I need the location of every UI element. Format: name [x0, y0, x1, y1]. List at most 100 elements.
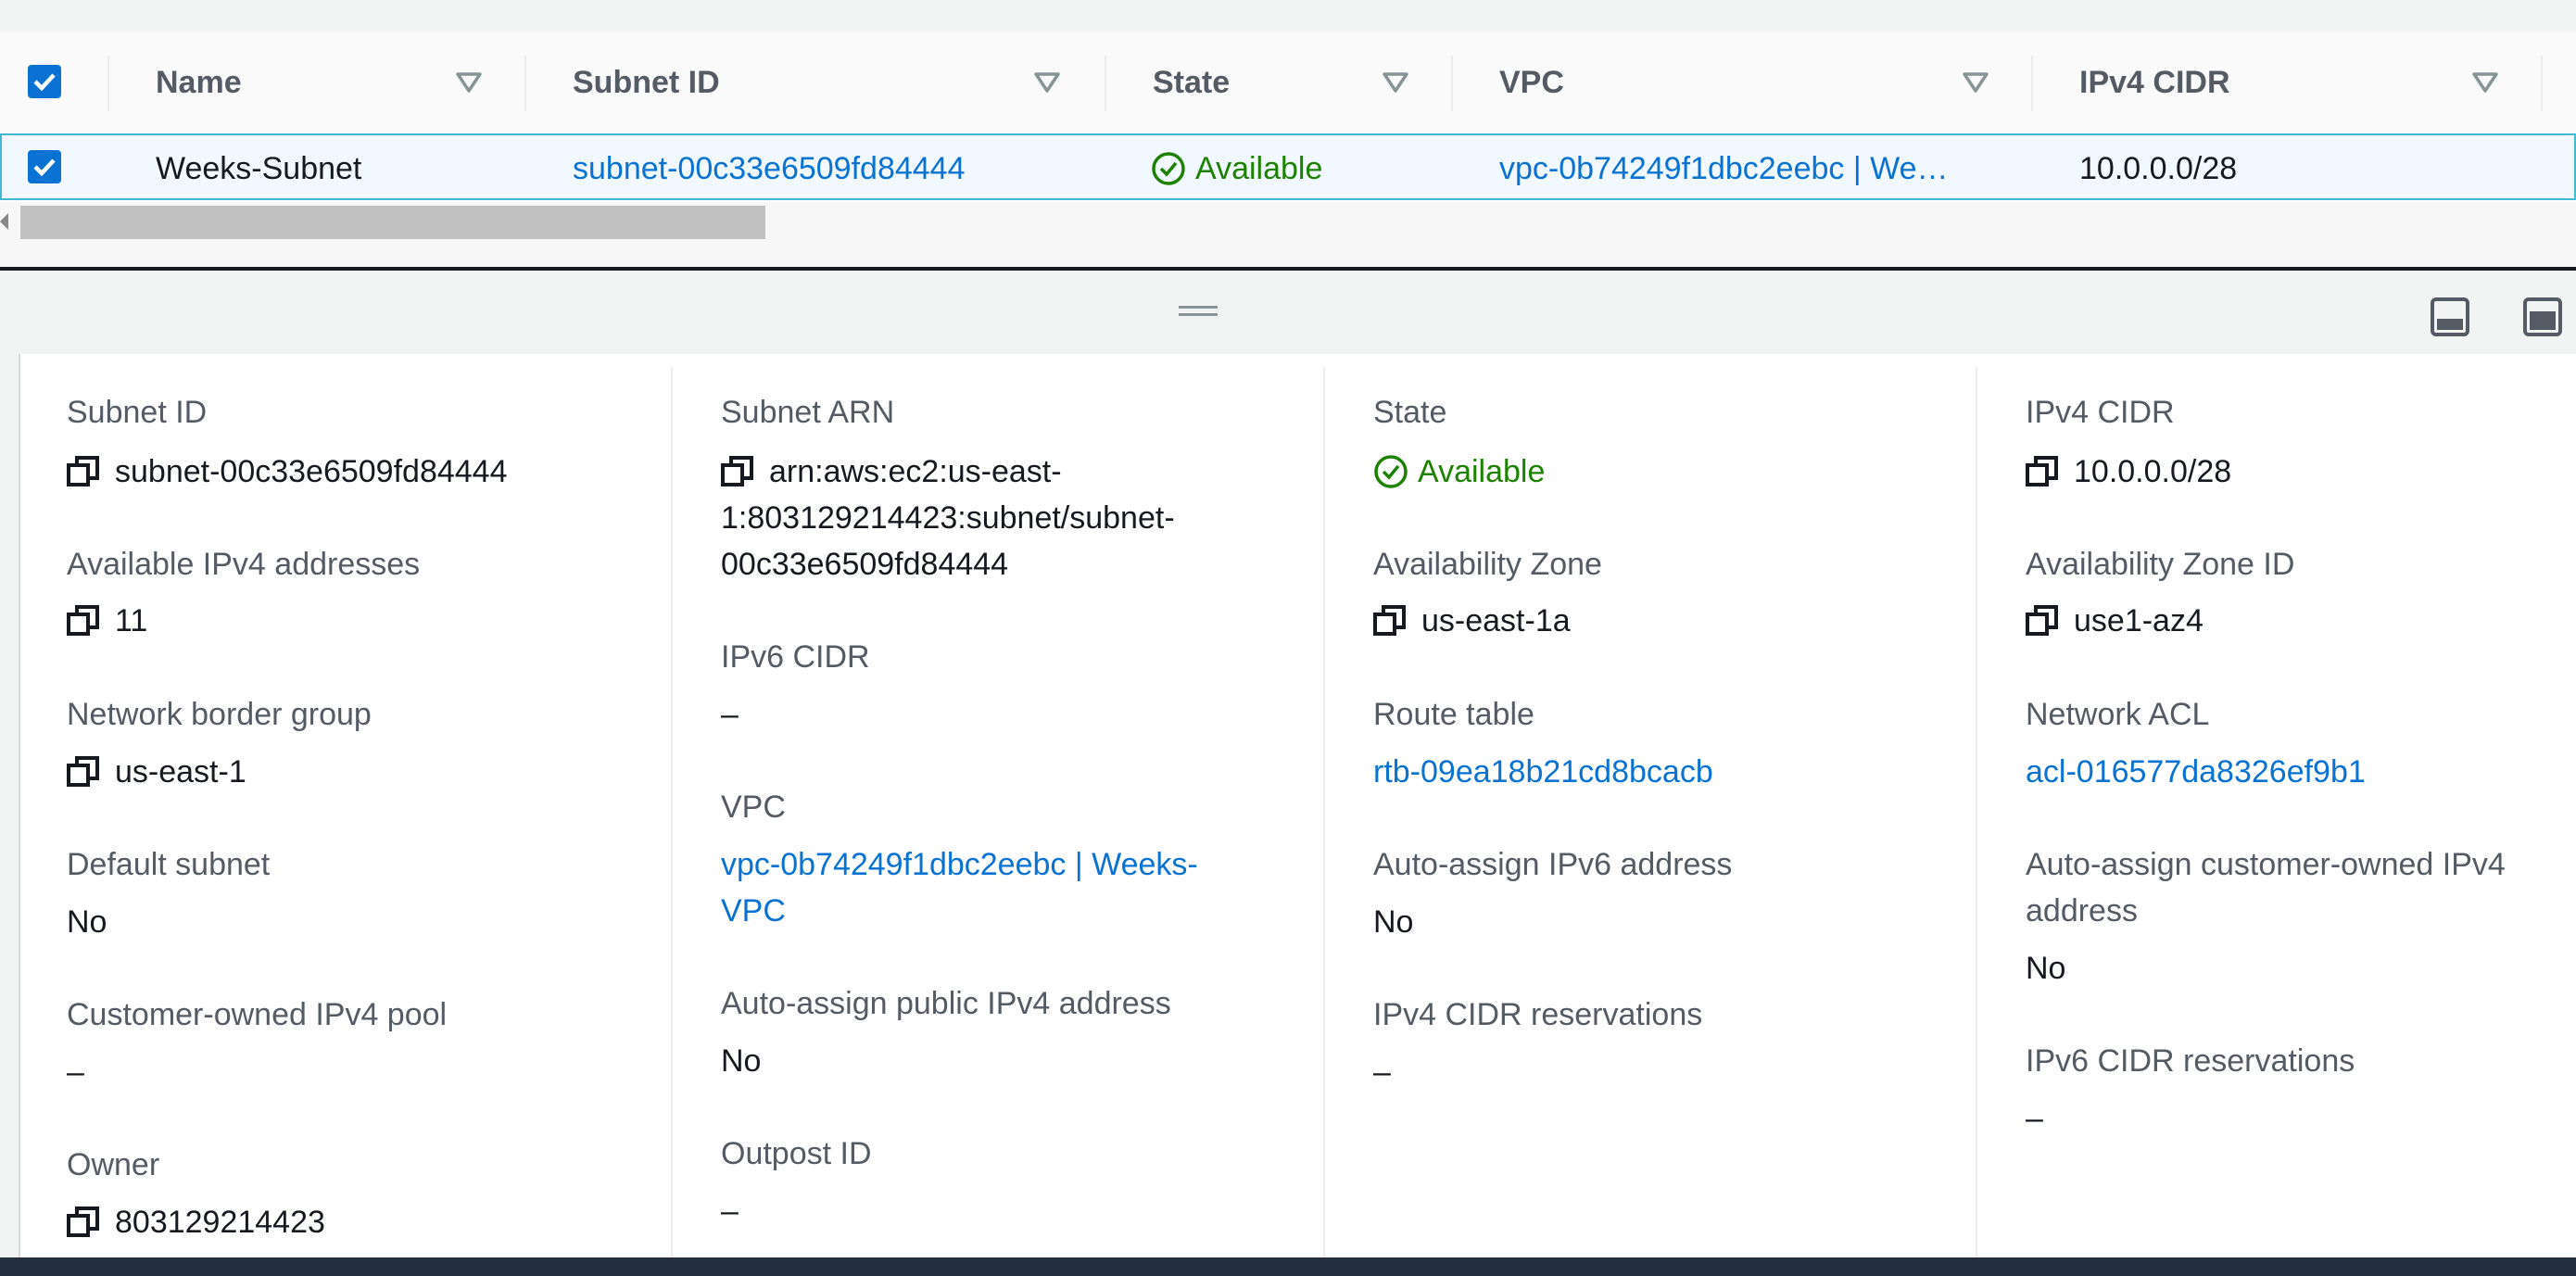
panel-left-edge: [0, 354, 20, 1257]
status-available-icon: [1373, 454, 1408, 489]
sort-icon[interactable]: [454, 65, 484, 100]
column-separator[interactable]: [2541, 56, 2543, 111]
detail-route-table-link[interactable]: rtb-09ea18b21cd8bcacb: [1373, 749, 1713, 795]
detail-value-text: arn:aws:ec2:us-east-: [769, 454, 1062, 489]
sort-icon[interactable]: [1032, 65, 1062, 100]
detail-label-outpost-id: Outpost ID: [721, 1136, 872, 1171]
cell-state-label: Available: [1195, 151, 1323, 186]
column-header-name[interactable]: Name: [156, 63, 242, 102]
detail-value-subnet-arn-line2: 1:803129214423:subnet/subnet-: [721, 500, 1175, 536]
detail-vpc-link[interactable]: vpc-0b74249f1dbc2eebc | Weeks-: [721, 841, 1198, 888]
detail-label-auto-assign-public-ipv4: Auto-assign public IPv4 address: [721, 986, 1171, 1021]
detail-network-acl-link[interactable]: acl-016577da8326ef9b1: [2026, 749, 2366, 795]
sort-icon[interactable]: [2470, 65, 2500, 100]
column-header-state[interactable]: State: [1153, 63, 1230, 102]
copy-icon[interactable]: [67, 755, 100, 789]
detail-value-network-border-group: us-east-1: [67, 749, 246, 795]
copy-icon[interactable]: [67, 1206, 100, 1239]
details-column-separator: [1323, 367, 1325, 1261]
detail-value-ipv4-cidr: 10.0.0.0/28: [2026, 448, 2231, 495]
detail-value-subnet-arn: arn:aws:ec2:us-east-: [721, 448, 1062, 495]
row-checkbox[interactable]: [28, 150, 61, 183]
detail-value-default-subnet: No: [67, 904, 107, 940]
cell-ipv4-cidr: 10.0.0.0/28: [2079, 151, 2238, 186]
detail-value-subnet-id: subnet-00c33e6509fd84444: [67, 448, 508, 495]
table-row[interactable]: Weeks-Subnet subnet-00c33e6509fd84444 Av…: [0, 133, 2576, 200]
detail-value-auto-assign-public-ipv4: No: [721, 1043, 762, 1079]
cell-vpc-link[interactable]: vpc-0b74249f1dbc2eebc | We…: [1499, 150, 1949, 187]
panel-bottom-icon[interactable]: [2430, 297, 2470, 337]
detail-value-text: use1-az4: [2074, 603, 2203, 638]
copy-icon[interactable]: [67, 455, 100, 488]
detail-value-text: 11: [115, 603, 148, 638]
detail-vpc-link-line2[interactable]: VPC: [721, 888, 786, 934]
scrollbar-thumb[interactable]: [20, 206, 765, 239]
copy-icon[interactable]: [2026, 455, 2059, 488]
drag-handle-icon[interactable]: [1179, 306, 1218, 319]
details-column-separator: [1976, 367, 1977, 1261]
select-all-checkbox[interactable]: [28, 65, 61, 98]
detail-label-network-border-group: Network border group: [67, 697, 372, 732]
detail-label-available-ipv4: Available IPv4 addresses: [67, 547, 421, 582]
column-separator[interactable]: [2031, 56, 2033, 111]
detail-label-owner: Owner: [67, 1147, 160, 1182]
status-available-icon: [1151, 151, 1186, 186]
detail-value-text: us-east-1a: [1421, 603, 1571, 638]
detail-value-owner: 803129214423: [67, 1199, 325, 1245]
detail-label-state: State: [1373, 395, 1447, 430]
column-separator[interactable]: [1451, 56, 1453, 111]
bottom-bar: [0, 1257, 2576, 1276]
detail-label-ipv4-cidr: IPv4 CIDR: [2026, 395, 2175, 430]
detail-label-auto-assign-customer-owned: Auto-assign customer-owned IPv4: [2026, 847, 2506, 882]
column-separator[interactable]: [524, 56, 526, 111]
detail-label-auto-assign-customer-owned-line2: address: [2026, 893, 2138, 929]
column-separator[interactable]: [1105, 56, 1106, 111]
detail-label-availability-zone: Availability Zone: [1373, 547, 1602, 582]
cell-subnet-id-link[interactable]: subnet-00c33e6509fd84444: [573, 150, 966, 187]
detail-label-vpc: VPC: [721, 790, 786, 825]
detail-value-text: subnet-00c33e6509fd84444: [115, 454, 508, 489]
detail-value-ipv6-cidr: –: [721, 697, 739, 732]
detail-value-availability-zone-id: use1-az4: [2026, 598, 2203, 644]
detail-label-auto-assign-ipv6: Auto-assign IPv6 address: [1373, 847, 1733, 882]
detail-value-availability-zone: us-east-1a: [1373, 598, 1571, 644]
column-header-vpc[interactable]: VPC: [1499, 63, 1564, 102]
copy-icon[interactable]: [721, 455, 754, 488]
detail-label-availability-zone-id: Availability Zone ID: [2026, 547, 2295, 582]
detail-value-ipv6-cidr-reservations: –: [2026, 1101, 2043, 1136]
detail-label-network-acl: Network ACL: [2026, 697, 2210, 732]
horizontal-scrollbar[interactable]: [0, 202, 2576, 267]
detail-value-available-ipv4: 11: [67, 598, 147, 644]
detail-value-text: us-east-1: [115, 754, 246, 790]
detail-value-text: 803129214423: [115, 1205, 325, 1240]
sort-icon[interactable]: [1961, 65, 1990, 100]
table-header: Name Subnet ID State VPC IPv4 CIDR: [0, 32, 2576, 135]
detail-value-state: Available: [1373, 448, 1545, 495]
detail-value-text: Available: [1418, 454, 1546, 489]
detail-value-auto-assign-customer-owned: No: [2026, 951, 2066, 986]
detail-value-ipv4-cidr-reservations: –: [1373, 1055, 1391, 1090]
detail-label-ipv4-cidr-reservations: IPv4 CIDR reservations: [1373, 997, 1703, 1032]
scroll-left-arrow-icon[interactable]: [0, 213, 8, 230]
cell-state: Available: [1151, 150, 1322, 187]
copy-icon[interactable]: [67, 604, 100, 638]
detail-label-subnet-id: Subnet ID: [67, 395, 208, 430]
column-separator: [107, 56, 109, 111]
top-strip: [0, 0, 2576, 32]
checkbox-checked-icon: [28, 150, 61, 183]
cell-name: Weeks-Subnet: [156, 151, 362, 186]
details-column-separator: [671, 367, 673, 1261]
copy-icon[interactable]: [2026, 604, 2059, 638]
detail-value-auto-assign-ipv6: No: [1373, 904, 1414, 940]
panel-side-icon[interactable]: [2522, 297, 2563, 337]
copy-icon[interactable]: [1373, 604, 1407, 638]
detail-value-subnet-arn-line3: 00c33e6509fd84444: [721, 547, 1009, 582]
detail-label-default-subnet: Default subnet: [67, 847, 271, 882]
detail-label-subnet-arn: Subnet ARN: [721, 395, 895, 430]
detail-label-route-table: Route table: [1373, 697, 1534, 732]
column-header-subnet-id[interactable]: Subnet ID: [573, 63, 720, 102]
column-header-ipv4-cidr[interactable]: IPv4 CIDR: [2079, 63, 2230, 102]
sort-icon[interactable]: [1381, 65, 1410, 100]
detail-value-outpost-id: –: [721, 1194, 739, 1229]
detail-value-customer-owned-pool: –: [67, 1055, 84, 1090]
